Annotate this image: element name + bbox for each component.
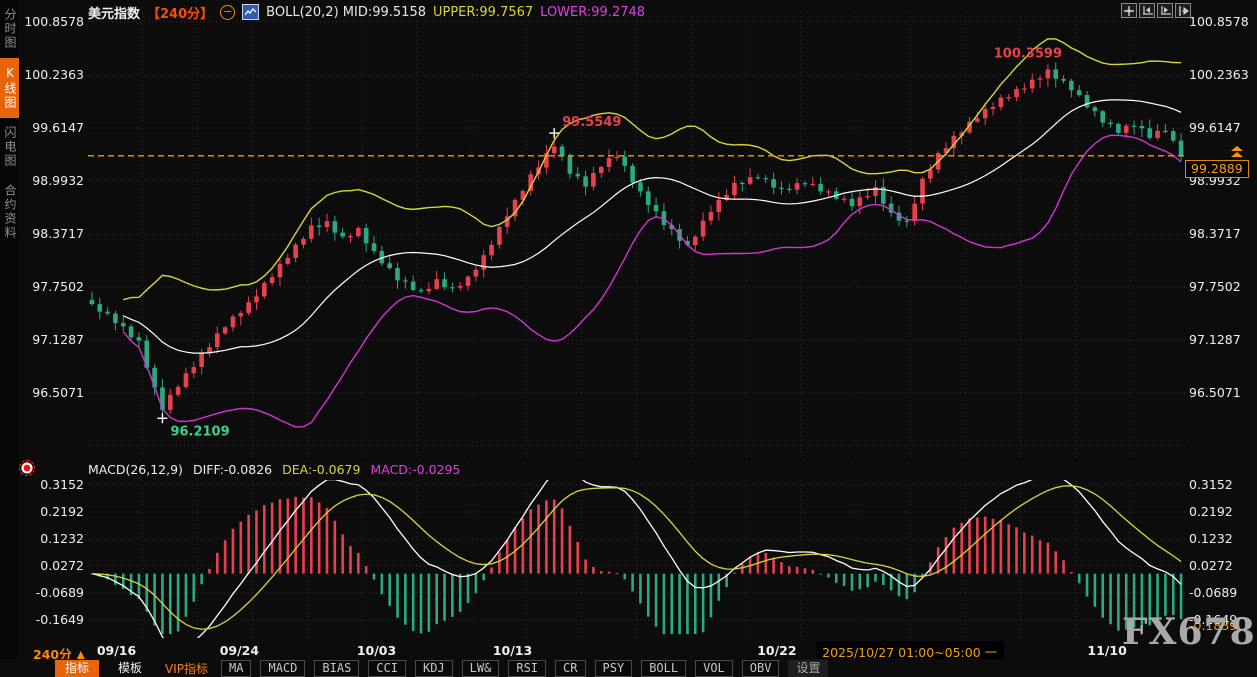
macd-y-label: -0.0689	[1189, 585, 1238, 600]
macd-y-label: 0.0272	[1189, 558, 1233, 573]
macd-y-label: -0.0689	[35, 585, 84, 600]
svg-text:100.3599: 100.3599	[994, 46, 1062, 61]
y-axis-label: 99.6147	[1189, 120, 1241, 135]
boll-indicator-label: BOLL(20,2) MID:99.5158	[266, 4, 426, 20]
boll-upper-label: UPPER:99.7567	[432, 4, 534, 20]
macd-chart-canvas[interactable]	[88, 480, 1185, 638]
x-axis-label: 10/22	[757, 643, 797, 658]
y-axis-label: 100.2363	[24, 67, 84, 82]
y-axis-label: 96.5071	[1189, 385, 1241, 400]
indicator-button-vol[interactable]: VOL	[695, 659, 733, 677]
macd-dea-label: DEA:-0.0679	[282, 462, 361, 477]
macd-y-label: 0.2192	[1189, 504, 1233, 519]
y-axis-label: 96.5071	[32, 385, 84, 400]
settings-button[interactable]: 设置	[788, 659, 829, 677]
macd-y-label: 0.3152	[1189, 477, 1233, 492]
indicator-button-cr[interactable]: CR	[555, 659, 586, 677]
y-axis-label: 98.3717	[1189, 226, 1241, 241]
x-axis-label: 09/24	[219, 643, 260, 658]
indicator-button-lw[interactable]: LW&	[461, 659, 500, 677]
macd-value-label: MACD:-0.0295	[370, 462, 461, 477]
chart-type-icon	[242, 4, 260, 20]
indicator-button-boll[interactable]: BOLL	[641, 659, 687, 677]
y-axis-label: 100.8578	[24, 14, 84, 29]
macd-indicator-label: MACD(26,12,9)	[88, 462, 183, 477]
y-axis-label: 97.7502	[32, 279, 84, 294]
tab-kline-chart[interactable]: K线图	[0, 58, 19, 118]
indicator-button-macd[interactable]: MACD	[260, 659, 306, 677]
macd-diff-label: DIFF:-0.0826	[192, 462, 273, 477]
x-axis-label: 09/16	[96, 643, 137, 658]
indicator-button-bias[interactable]: BIAS	[314, 659, 360, 677]
macd-y-label: 0.3152	[40, 477, 84, 492]
macd-y-label: -0.1649	[35, 612, 84, 627]
svg-text:96.2109: 96.2109	[170, 424, 229, 439]
alert-icon	[19, 460, 35, 476]
collapse-icon[interactable]: −	[220, 4, 236, 20]
trading-app: 分时图 K线图 闪电图 合约资料 美元指数 【240分】 − BOLL(20,2) M…	[0, 0, 1257, 677]
x-axis-label: 11/10	[1087, 643, 1127, 658]
y-axis-label: 97.7502	[1189, 279, 1241, 294]
current-price-box: 99.2889	[1185, 160, 1249, 178]
tab-templates[interactable]: 模板	[108, 660, 152, 677]
crosshair-icon[interactable]	[1121, 3, 1137, 18]
y-axis-label: 97.1287	[32, 332, 84, 347]
x-axis-label: 10/13	[492, 643, 533, 658]
y-axis-label: 97.1287	[1189, 332, 1241, 347]
y-axis-label: 100.8578	[1189, 14, 1249, 29]
indicator-button-kdj[interactable]: KDJ	[414, 659, 453, 677]
x-axis-label: 10/03	[356, 643, 397, 658]
y-axis-label: 100.2363	[1189, 67, 1249, 82]
macd-y-label: 0.1232	[1189, 531, 1233, 546]
symbol-title: 美元指数	[88, 6, 141, 22]
macd-y-label: 0.1232	[40, 531, 84, 546]
axis-pan-right-icon[interactable]	[1157, 3, 1173, 18]
boll-lower-label: LOWER:99.2748	[540, 4, 646, 20]
indicator-button-obv[interactable]: OBV	[741, 659, 780, 677]
tab-indicators[interactable]: 指标	[55, 659, 100, 677]
macd-y-label: 0.2192	[40, 504, 84, 519]
y-axis-label: 99.6147	[32, 120, 84, 135]
svg-text:99.5549: 99.5549	[562, 115, 621, 130]
y-axis-label: 98.9932	[32, 173, 84, 188]
indicator-button-cci[interactable]: CCI	[368, 659, 406, 677]
indicator-button-ma[interactable]: MA	[221, 659, 252, 677]
tab-time-share-chart[interactable]: 分时图	[0, 0, 19, 58]
axis-export-icon[interactable]	[1175, 3, 1191, 18]
indicator-button-psy[interactable]: PSY	[594, 659, 633, 677]
watermark: FX678	[1122, 611, 1256, 653]
chart-header: 美元指数 【240分】 − BOLL(20,2) MID:99.5158 UPP…	[88, 4, 646, 22]
window-toolbar	[1121, 3, 1191, 18]
indicator-button-rsi[interactable]: RSI	[508, 659, 547, 677]
macd-y-label: 0.0272	[40, 558, 84, 573]
period-label: 【240分】	[147, 6, 214, 22]
bottom-toolbar: 指标 模板 VIP指标 MA MACD BIAS CCI KDJ LW& RSI CR PSY BOLL…	[0, 659, 1257, 677]
macd-header: MACD(26,12,9) DIFF:-0.0826 DEA:-0.0679 M…	[88, 462, 460, 477]
axis-pan-left-icon[interactable]	[1139, 3, 1155, 18]
y-axis-label: 98.3717	[32, 226, 84, 241]
vip-indicators-button[interactable]: VIP指标	[161, 660, 212, 677]
price-chart-canvas[interactable]: 96.2109 99.5549 100.3599	[88, 8, 1185, 458]
